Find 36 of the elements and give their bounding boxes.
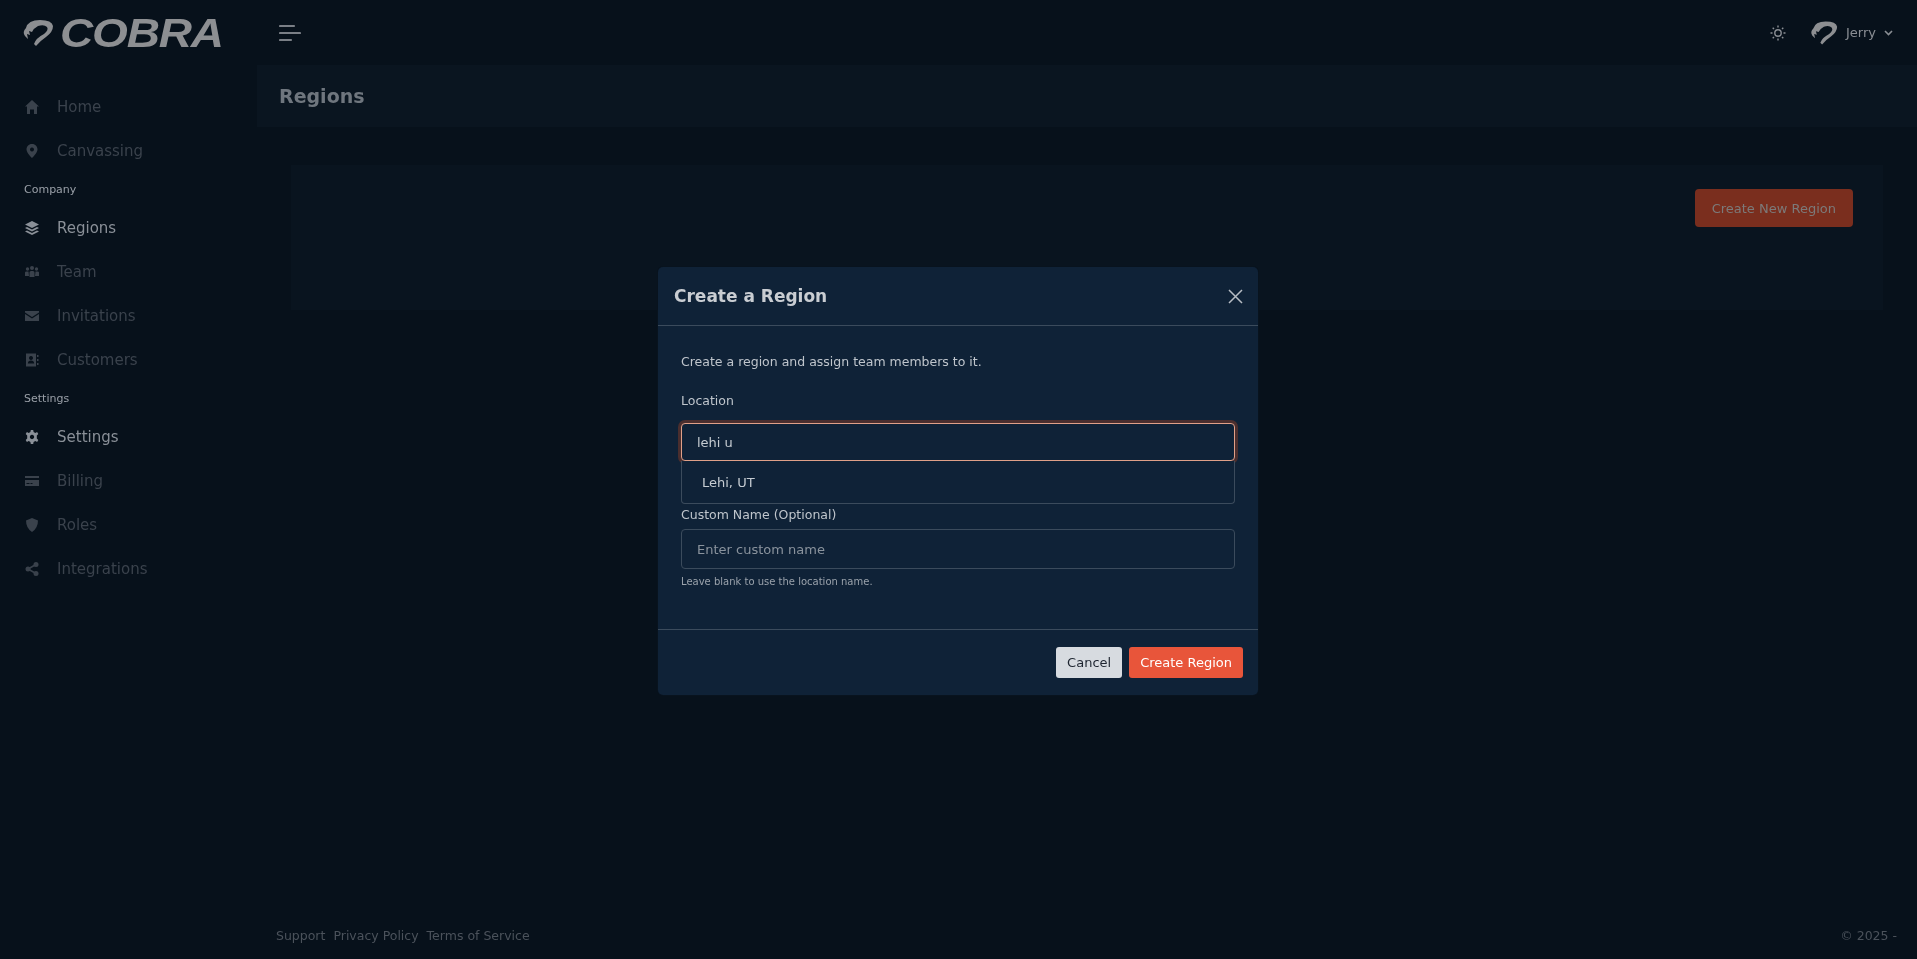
brand-logo: COBRA: [60, 12, 223, 53]
close-icon[interactable]: [1226, 286, 1245, 306]
sidebar-heading: Company: [23, 182, 78, 198]
suggestion-item[interactable]: Lehi, UT: [682, 461, 1234, 503]
copyright: © 2025 -: [1840, 927, 1897, 943]
sidebar-item[interactable]: Settings: [0, 415, 257, 459]
field-label: Custom Name (Optional): [681, 507, 838, 522]
create-region-button[interactable]: Create Region: [1129, 647, 1243, 678]
sidebar-item[interactable]: Regions: [0, 206, 257, 250]
modal-title: Create a Region: [674, 286, 828, 306]
layers-icon: [24, 220, 40, 236]
custom-name-field[interactable]: Enter custom name: [681, 529, 1235, 569]
people-icon: [24, 264, 40, 280]
envelope-icon: [24, 308, 40, 324]
create-new-region-button[interactable]: Create New Region: [1694, 189, 1853, 227]
map-pin-icon: [24, 143, 40, 159]
field-label: Location: [681, 393, 735, 408]
intro-text: Create a region and assign team members to it.: [681, 354, 983, 369]
user-name[interactable]: Jerry: [1846, 25, 1876, 40]
share-nodes-icon: [24, 561, 40, 577]
footer-link[interactable]: Terms of Service: [426, 927, 530, 943]
shield-icon: [24, 517, 40, 533]
help-text: Leave blank to use the location name.: [681, 576, 874, 587]
page-title: Regions: [279, 85, 365, 107]
cancel-button[interactable]: Cancel: [1056, 647, 1123, 678]
contact-card-icon: [24, 352, 40, 368]
menu-icon[interactable]: [279, 23, 301, 42]
sun-icon[interactable]: [1770, 24, 1786, 41]
chevron-down-icon[interactable]: [1884, 29, 1893, 36]
footer-link[interactable]: Privacy Policy: [333, 927, 419, 943]
home-icon: [24, 99, 40, 115]
footer-link[interactable]: Support: [276, 927, 326, 943]
sidebar-heading: Settings: [23, 391, 71, 407]
gear-icon: [24, 429, 40, 445]
location-field[interactable]: lehi u: [681, 423, 1235, 461]
credit-card-icon: [24, 473, 40, 489]
